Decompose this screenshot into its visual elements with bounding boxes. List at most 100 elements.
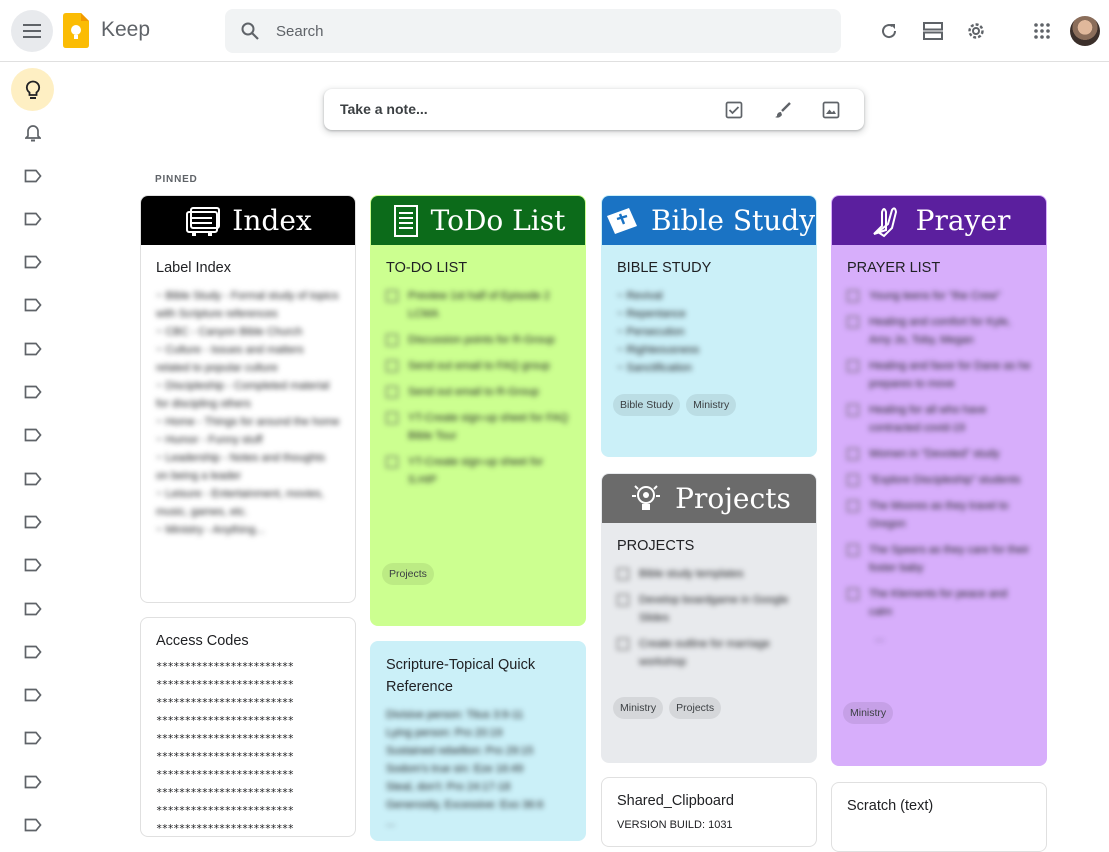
note-card-todo[interactable]: ToDo List TO-DO LIST Preview 1st half of… — [370, 195, 586, 626]
note-labels: Ministry — [832, 702, 904, 724]
note-line: Lying person: Pro 20:19 — [386, 727, 503, 739]
note-card-prayer[interactable]: Prayer PRAYER LIST Young teens for "the … — [831, 195, 1047, 766]
checklist-item[interactable]: "Explore Discipleship" students — [847, 471, 1031, 489]
sidebar-item-label[interactable] — [11, 197, 54, 240]
settings-button[interactable] — [964, 19, 988, 43]
label-chip[interactable]: Ministry — [843, 702, 894, 724]
sidebar-item-label[interactable] — [11, 544, 54, 587]
label-chip[interactable]: Projects — [669, 697, 722, 719]
label-chip[interactable]: Bible Study — [613, 394, 681, 416]
note-line: ~ Home - Things for around the home — [156, 416, 340, 428]
checkbox[interactable] — [617, 594, 629, 606]
checklist-item-text: Discussion points for R-Group — [408, 334, 555, 346]
checkbox[interactable] — [847, 544, 859, 556]
label-chip[interactable]: Projects — [382, 563, 434, 585]
checkbox[interactable] — [847, 474, 859, 486]
sidebar-item-notes[interactable] — [11, 68, 54, 111]
checkbox[interactable] — [386, 412, 398, 424]
checklist-item[interactable]: Create outline for marriage workshop — [617, 635, 801, 671]
checklist-item[interactable]: Send out email to R-Group — [386, 383, 570, 401]
checkbox[interactable] — [386, 456, 398, 468]
sidebar-item-label[interactable] — [11, 457, 54, 500]
checklist-item[interactable]: Preview 1st half of Episode 2 LCMA — [386, 287, 570, 323]
checkbox[interactable] — [847, 448, 859, 460]
checklist-item[interactable]: The Speers as they care for their foster… — [847, 541, 1031, 577]
note-card-projects[interactable]: Projects PROJECTS Bible study templates D… — [601, 473, 817, 763]
sidebar-item-label[interactable] — [11, 154, 54, 197]
checklist-item-text: Develop boardgame in Google Slides — [639, 594, 789, 624]
sidebar-item-label[interactable] — [11, 760, 54, 803]
checklist-item[interactable]: The Moores as they travel to Oregon — [847, 497, 1031, 533]
checklist-item[interactable]: Women in "Devoted" study — [847, 445, 1031, 463]
note-card-scratch[interactable]: Scratch (text) — [831, 782, 1047, 852]
checklist-item[interactable]: Healing and comfort for Kyle, Amy Jo, To… — [847, 313, 1031, 349]
sidebar-item-label[interactable] — [11, 500, 54, 543]
label-chip[interactable]: Ministry — [613, 697, 664, 719]
label-chip[interactable]: Ministry — [686, 394, 737, 416]
checkbox[interactable] — [847, 404, 859, 416]
checklist-item[interactable]: Healing for all who have contracted covi… — [847, 401, 1031, 437]
checklist-item[interactable]: The Klements for peace and calm — [847, 585, 1031, 621]
checklist-item[interactable]: Bible study templates — [617, 565, 801, 583]
sidebar-item-label[interactable] — [11, 717, 54, 760]
take-a-note-placeholder[interactable]: Take a note... — [340, 101, 428, 117]
label-tag-icon — [24, 775, 42, 789]
sidebar-item-reminders[interactable] — [11, 111, 54, 154]
sidebar-item-label[interactable] — [11, 587, 54, 630]
checkbox[interactable] — [617, 568, 629, 580]
sidebar-item-label[interactable] — [11, 804, 54, 847]
label-tag-icon — [24, 212, 42, 226]
new-drawing-button[interactable] — [772, 99, 794, 121]
note-card-shared-clipboard[interactable]: Shared_Clipboard VERSION BUILD: 1031 — [601, 777, 817, 847]
checkbox[interactable] — [847, 588, 859, 600]
checkbox[interactable] — [847, 316, 859, 328]
sidebar-item-label[interactable] — [11, 284, 54, 327]
label-tag-icon — [24, 385, 42, 399]
apps-button[interactable] — [1030, 19, 1054, 43]
list-view-button[interactable] — [921, 19, 945, 43]
label-tag-icon — [24, 255, 42, 269]
note-card-access-codes[interactable]: Access Codes ************************ ***… — [140, 617, 356, 837]
search-bar[interactable] — [225, 9, 841, 53]
checklist-item[interactable]: YT-Create sign-up sheet for FAQ Bible To… — [386, 409, 570, 445]
app-title[interactable]: Keep — [101, 18, 150, 42]
checklist-item[interactable]: Send out email to FAQ group — [386, 357, 570, 375]
checklist-item[interactable]: YT-Create sign-up sheet for S.HIP — [386, 453, 570, 489]
checkbox[interactable] — [847, 290, 859, 302]
main-menu-button[interactable] — [11, 10, 53, 52]
checkbox[interactable] — [386, 386, 398, 398]
sidebar-item-label[interactable] — [11, 414, 54, 457]
note-card-index[interactable]: Index Label Index ~ Bible Study - Formal… — [140, 195, 356, 603]
keep-logo-icon[interactable] — [63, 13, 89, 48]
note-line: ~ Repentance — [617, 308, 686, 320]
checkbox[interactable] — [617, 638, 629, 650]
checkbox[interactable] — [847, 360, 859, 372]
note-card-scripture[interactable]: Scripture-Topical Quick Reference Divisi… — [370, 641, 586, 841]
checklist-item[interactable]: Discussion points for R-Group — [386, 331, 570, 349]
label-tag-icon — [24, 169, 42, 182]
refresh-button[interactable] — [877, 19, 901, 43]
checklist-item[interactable]: Young teens for "the Crew" — [847, 287, 1031, 305]
sidebar-item-label[interactable] — [11, 241, 54, 284]
sidebar-item-label[interactable] — [11, 371, 54, 414]
checkbox[interactable] — [386, 334, 398, 346]
search-icon[interactable] — [240, 21, 260, 41]
checklist-icon — [393, 204, 418, 237]
checklist-item-text: YT-Create sign-up sheet for S.HIP — [408, 456, 544, 486]
account-avatar[interactable] — [1070, 16, 1100, 46]
sidebar-item-label[interactable] — [11, 327, 54, 370]
checklist-item[interactable]: Healing and favor for Dane as he prepare… — [847, 357, 1031, 393]
take-a-note-bar[interactable]: Take a note... — [324, 89, 864, 130]
checklist-item[interactable]: Develop boardgame in Google Slides — [617, 591, 801, 627]
checkbox[interactable] — [386, 360, 398, 372]
bell-icon — [24, 124, 41, 141]
new-image-note-button[interactable] — [820, 99, 842, 121]
search-input[interactable] — [276, 9, 816, 53]
checkbox[interactable] — [386, 290, 398, 302]
note-line: Sodom's true sin: Eze 16:49 — [386, 763, 524, 775]
note-card-bible-study[interactable]: Bible Study BIBLE STUDY ~ Revival ~ Repen… — [601, 195, 817, 457]
sidebar-item-label[interactable] — [11, 630, 54, 673]
new-list-button[interactable] — [723, 99, 745, 121]
checkbox[interactable] — [847, 500, 859, 512]
sidebar-item-label[interactable] — [11, 674, 54, 717]
